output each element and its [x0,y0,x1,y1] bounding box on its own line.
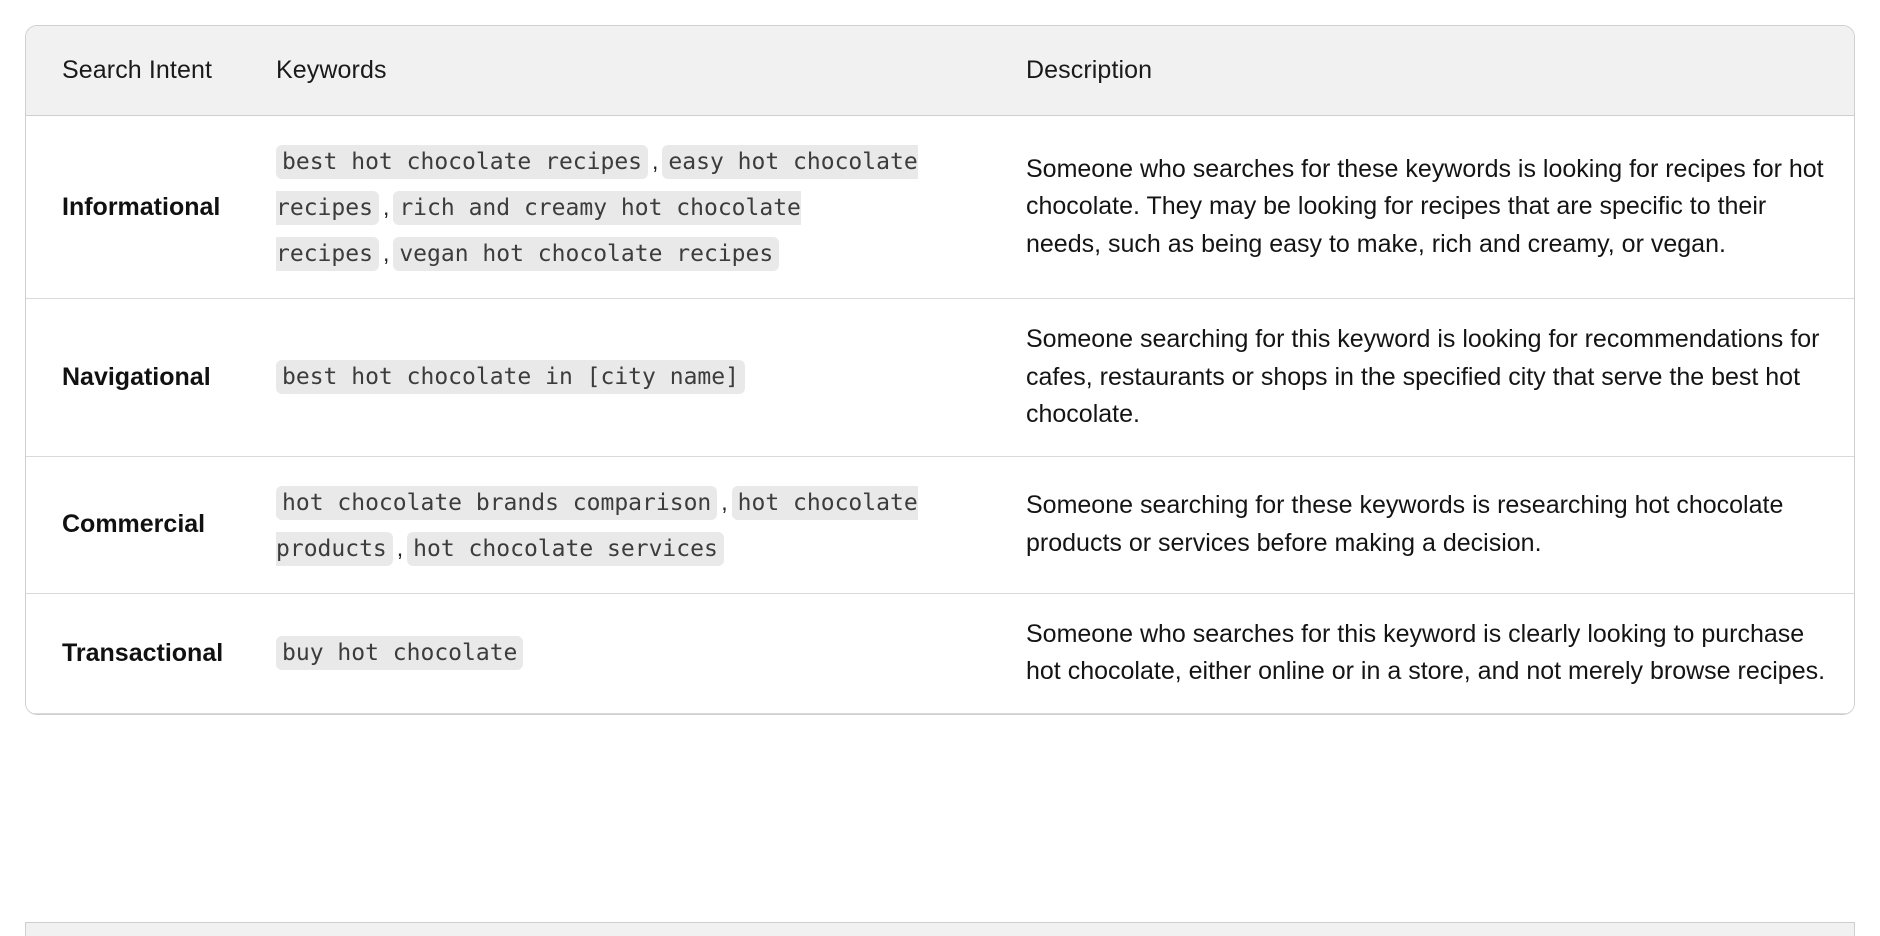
cell-keywords: best hot chocolate in [city name] [276,298,1016,457]
keyword-chip: buy hot chocolate [276,635,524,670]
table-header-row: Search Intent Keywords Description [26,26,1854,116]
cell-search-intent: Navigational [26,298,276,457]
column-header-search-intent: Search Intent [26,26,276,116]
table-row: Informational best hot chocolate recipes,… [26,115,1854,299]
keyword-chip: vegan hot chocolate recipes [393,237,780,271]
keyword-chip: best hot chocolate in [city name] [276,360,745,395]
cell-search-intent: Transactional [26,592,276,714]
table-body: Informational best hot chocolate recipes,… [26,115,1854,714]
keyword-separator: , [382,194,390,220]
keyword-chip: best hot chocolate recipes [276,145,649,179]
table-row: Transactional buy hot chocolate Someone wh… [26,592,1854,714]
cell-keywords: hot chocolate brands comparison, hot choc… [276,455,1016,594]
search-intent-table: Search Intent Keywords Description Infor… [26,26,1854,714]
search-intent-table-card: Search Intent Keywords Description Infor… [25,25,1855,715]
keyword-separator: , [382,240,390,266]
next-row-partial-band [25,922,1855,936]
table-header: Search Intent Keywords Description [26,26,1854,116]
cell-keywords: best hot chocolate recipes, easy hot choc… [276,115,1016,299]
table-row: Navigational best hot chocolate in [city … [26,298,1854,457]
page-root: Search Intent Keywords Description Infor… [0,0,1880,936]
cell-keywords: buy hot chocolate [276,592,1016,714]
cell-description: Someone who searches for this keyword is… [1016,592,1854,714]
column-header-keywords: Keywords [276,26,1016,116]
keyword-separator: , [652,148,659,174]
cell-description: Someone searching for these keywords is … [1016,455,1854,594]
table-row: Commercial hot chocolate brands compariso… [26,455,1854,594]
keyword-chip: hot chocolate brands comparison [276,485,718,520]
column-header-description: Description [1016,26,1854,116]
cell-search-intent: Commercial [26,455,276,594]
keyword-chip: hot chocolate services [407,531,724,566]
cell-search-intent: Informational [26,115,276,299]
cell-description: Someone who searches for these keywords … [1016,115,1854,299]
keyword-separator: , [721,488,728,515]
cell-description: Someone searching for this keyword is lo… [1016,298,1854,457]
keyword-separator: , [396,534,404,561]
